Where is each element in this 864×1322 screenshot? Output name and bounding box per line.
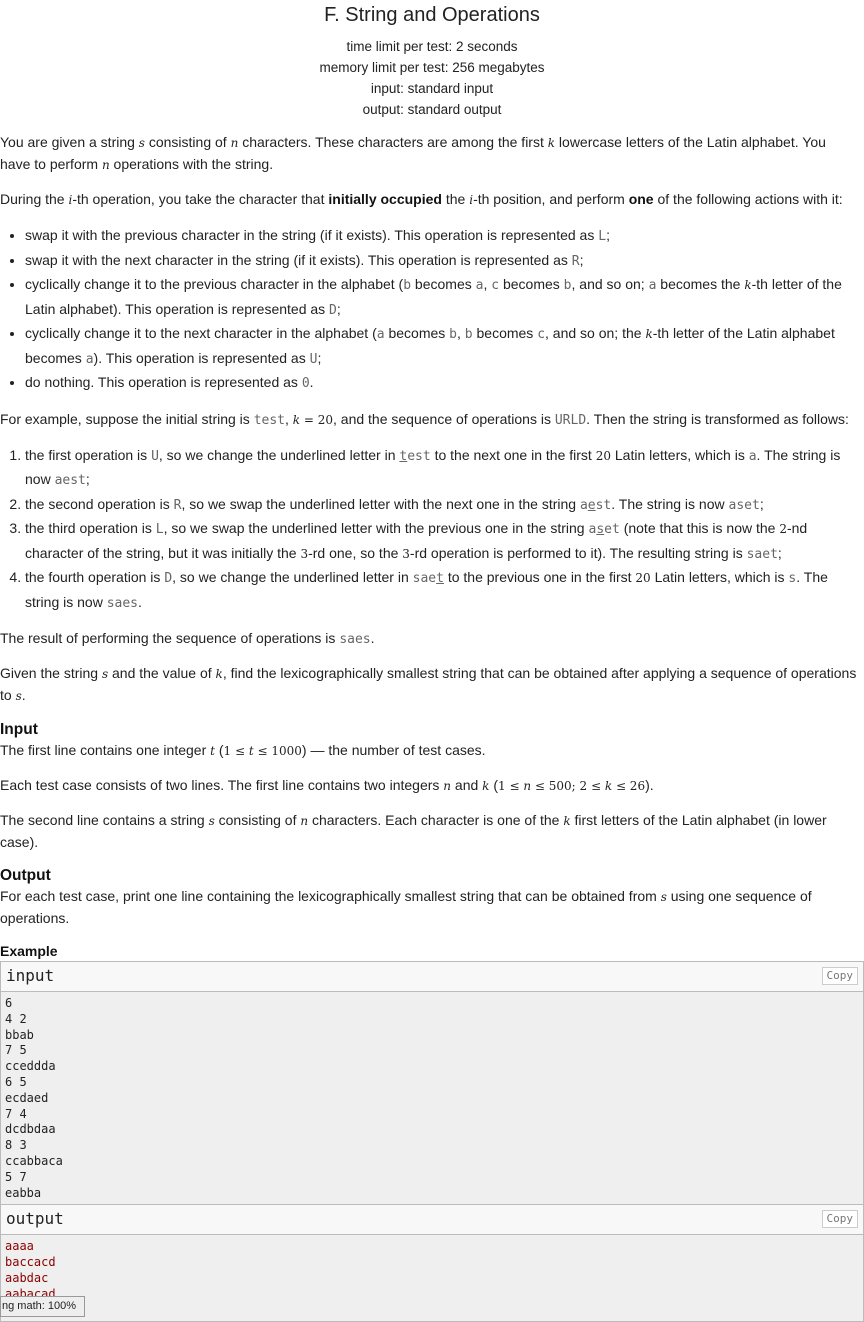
copy-output-button[interactable]: Copy bbox=[821, 1210, 858, 1229]
sample-line: aabacad bbox=[5, 1286, 56, 1301]
list-item: the second operation is R, so we swap th… bbox=[25, 493, 860, 518]
list-item: cyclically change it to the next charact… bbox=[25, 322, 860, 371]
sample-line: baccacd bbox=[5, 1255, 56, 1270]
input-file: input: standard input bbox=[370, 81, 494, 96]
sample-line: aaaa bbox=[5, 1239, 34, 1254]
list-item: do nothing. This operation is represente… bbox=[25, 371, 860, 396]
sample-output-label: output bbox=[6, 1209, 64, 1229]
copy-input-button[interactable]: Copy bbox=[821, 967, 858, 985]
problem-title: F. String and Operations bbox=[324, 4, 540, 26]
memory-limit: memory limit per test: 256 megabytes bbox=[319, 60, 545, 75]
sample-line: dcdbdaa bbox=[5, 1122, 56, 1137]
input-paragraph: Each test case consists of two lines. Th… bbox=[0, 777, 654, 793]
statement-paragraph: Given the string s and the value of k, f… bbox=[0, 665, 857, 703]
problem-header: F. String and Operations time limit per … bbox=[0, 0, 864, 120]
sample-line: 8 3 bbox=[5, 1138, 27, 1153]
sample-output-content: aaaa baccacd aabdac aabacad aaaaaaaa bbox=[1, 1235, 863, 1322]
operations-list: swap it with the previous character in t… bbox=[0, 224, 860, 396]
sample-line: ecdaed bbox=[5, 1090, 49, 1105]
input-paragraph: The second line contains a string s cons… bbox=[0, 812, 827, 850]
list-item: the third operation is L, so we swap the… bbox=[25, 517, 860, 566]
output-paragraph: For each test case, print one line conta… bbox=[0, 888, 812, 926]
output-file: output: standard output bbox=[362, 102, 502, 117]
math-status-bar: ng math: 100% bbox=[0, 1296, 85, 1317]
sample-line: ccabbaca bbox=[5, 1153, 63, 1168]
sample-line: cceddda bbox=[5, 1059, 56, 1074]
sample-input-content: 6 4 2 bbab 7 5 cceddda 6 5 ecdaed 7 4 dc… bbox=[1, 992, 863, 1205]
sample-line: 7 5 bbox=[5, 1043, 27, 1058]
time-limit: time limit per test: 2 seconds bbox=[346, 39, 518, 54]
sample-line: 5 7 bbox=[5, 1169, 27, 1184]
statement-paragraph: For example, suppose the initial string … bbox=[0, 410, 849, 428]
statement-paragraph: During the i-th operation, you take the … bbox=[0, 191, 843, 207]
output-section-title: Output bbox=[0, 867, 51, 884]
example-steps-list: the first operation is U, so we change t… bbox=[0, 444, 860, 616]
list-item: the fourth operation is D, so we change … bbox=[25, 566, 860, 615]
input-section-title: Input bbox=[0, 721, 38, 738]
statement-paragraph: You are given a string s consisting of n… bbox=[0, 134, 826, 172]
list-item: the first operation is U, so we change t… bbox=[25, 444, 860, 493]
sample-line: aabdac bbox=[5, 1270, 49, 1285]
sample-line: aaaaaaaa bbox=[5, 1303, 859, 1319]
input-paragraph: The first line contains one integer t (1… bbox=[0, 742, 486, 758]
list-item: swap it with the previous character in t… bbox=[25, 224, 860, 249]
sample-line: 6 bbox=[5, 996, 13, 1010]
sample-line: eabba bbox=[5, 1185, 42, 1200]
sample-input-box: input Copy 6 4 2 bbab 7 5 cceddda 6 5 ec… bbox=[0, 961, 864, 1206]
sample-output-header: output Copy bbox=[1, 1205, 863, 1236]
example-title: Example bbox=[0, 943, 58, 959]
list-item: swap it with the next character in the s… bbox=[25, 249, 860, 274]
sample-line: 6 5 bbox=[5, 1074, 27, 1089]
sample-line: 7 4 bbox=[5, 1106, 27, 1121]
sample-output-box: output Copy aaaa baccacd aabdac aabacad … bbox=[0, 1205, 864, 1322]
sample-line: 4 2 bbox=[5, 1011, 27, 1026]
problem-statement: You are given a string s consisting of n… bbox=[0, 132, 864, 1322]
list-item: cyclically change it to the previous cha… bbox=[25, 273, 860, 322]
sample-line: bbab bbox=[5, 1027, 34, 1042]
sample-input-header: input Copy bbox=[1, 962, 863, 992]
sample-input-label: input bbox=[6, 966, 55, 985]
statement-paragraph: The result of performing the sequence of… bbox=[0, 630, 375, 647]
